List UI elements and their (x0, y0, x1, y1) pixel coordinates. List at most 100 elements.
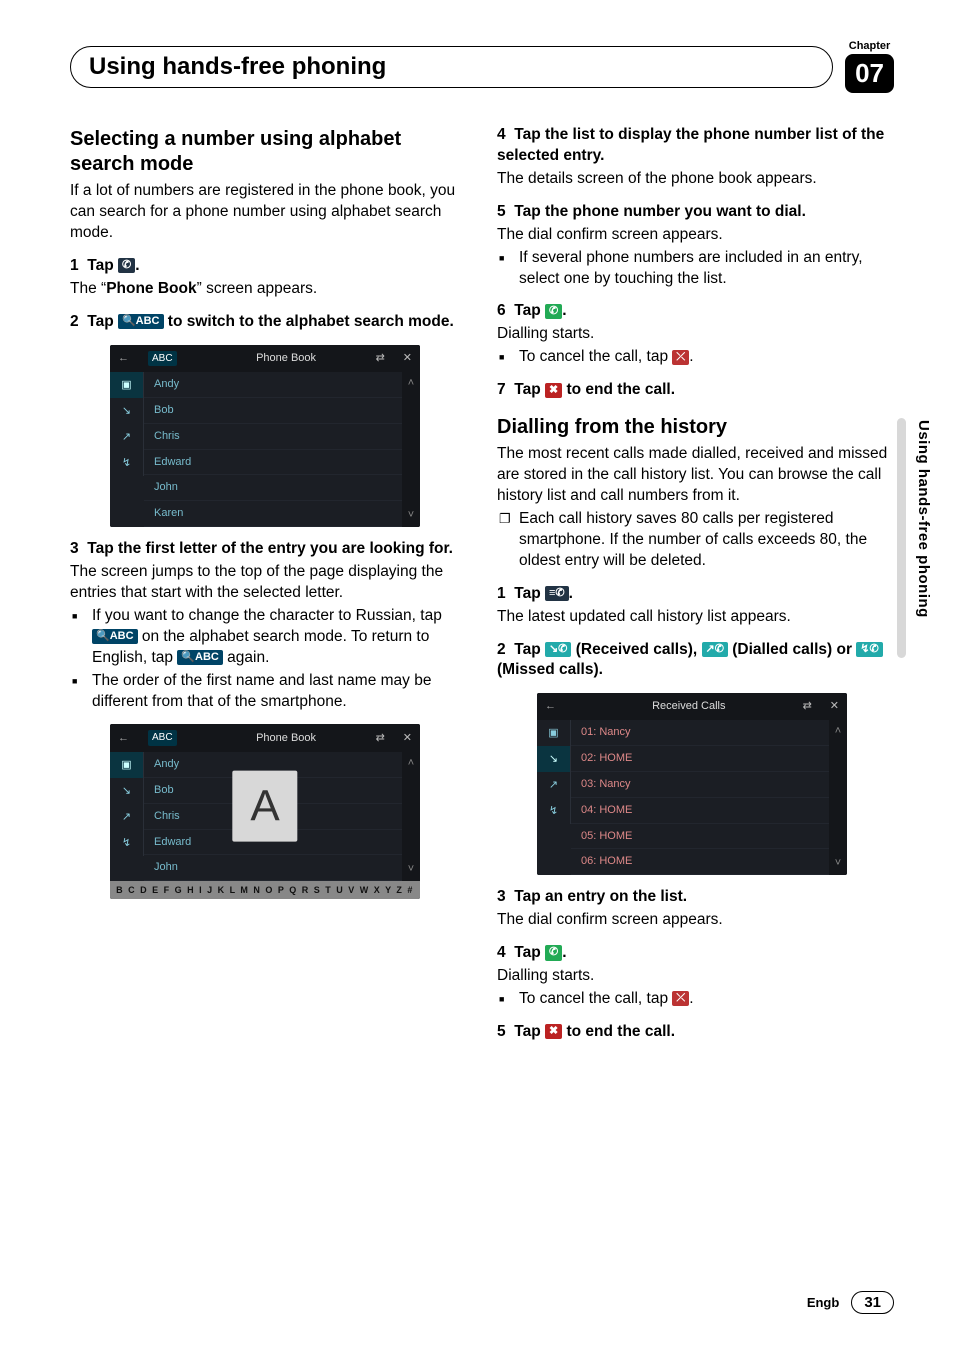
history-note: Each call history saves 80 calls per reg… (519, 509, 894, 572)
h-step4: 4 Tap ✆. (497, 943, 894, 964)
step6-bullet: To cancel the call, tap ⤫. (519, 347, 894, 368)
page-footer: Engb 31 (807, 1291, 894, 1314)
ss-row: 02: HOME (571, 746, 829, 772)
step1-sub: The “Phone Book” screen appears. (70, 279, 467, 300)
phonebook-icon: ✆ (118, 258, 135, 273)
history-intro: The most recent calls made dialled, rece… (497, 444, 894, 507)
ss-tab-miss: ↯ (537, 798, 571, 824)
left-column: Selecting a number using alphabet search… (70, 113, 467, 1045)
scroll-up-icon: ˄ (408, 756, 414, 771)
dial-icon: ✆ (545, 304, 562, 319)
step-num-1: 1 (70, 257, 79, 274)
h-step1: 1 Tap ≡✆. (497, 584, 894, 605)
side-tab-bar (897, 418, 906, 658)
ss-row: 06: HOME (571, 849, 829, 875)
phonebook-screenshot-1: ← ABC Phone Book ⇄ ✕ ▣ ↘ ↗ ↯ Andy Bob (110, 345, 420, 528)
ss-abc-chip: ABC (148, 730, 177, 746)
ss-close-icon: ✕ (403, 351, 412, 366)
step1-tap: Tap (87, 257, 118, 274)
step2: 2 Tap 🔍ABC to switch to the alphabet sea… (70, 312, 467, 333)
abc-search-icon: 🔍ABC (92, 629, 138, 644)
page-header: Using hands-free phoning Chapter 07 (70, 40, 894, 93)
doc-title-pill: Using hands-free phoning (70, 46, 833, 88)
ss-tab-dial: ↗ (537, 772, 571, 798)
ss-tab-miss: ↯ (110, 450, 144, 476)
ss-tab-miss: ↯ (110, 830, 144, 856)
h-step3-sub: The dial confirm screen appears. (497, 910, 894, 931)
ss-swap-icon: ⇄ (376, 351, 385, 366)
ss-big-letter: A (232, 770, 297, 841)
scroll-down-icon: ˅ (408, 862, 414, 877)
ss-row: 05: HOME (571, 824, 829, 850)
history-icon: ≡✆ (545, 586, 569, 601)
ss-row: John (144, 855, 402, 881)
footer-lang: Engb (807, 1295, 840, 1310)
heading-history: Dialling from the history (497, 415, 894, 440)
scroll-up-icon: ˄ (835, 724, 841, 739)
ss-row: 04: HOME (571, 798, 829, 824)
h-step4-sub: Dialling starts. (497, 966, 894, 987)
ss-title: Phone Book (197, 351, 376, 366)
bullet-russian: If you want to change the character to R… (92, 606, 467, 669)
footer-page-number: 31 (851, 1291, 894, 1314)
chapter-label: Chapter (845, 40, 894, 52)
ss-row: 03: Nancy (571, 772, 829, 798)
ss-row: Bob (144, 398, 402, 424)
step5-sub: The dial confirm screen appears. (497, 225, 894, 246)
ss-abc-chip: ABC (148, 351, 177, 367)
step4: 4 Tap the list to display the phone numb… (497, 125, 894, 167)
ss-back-icon: ← (545, 699, 575, 714)
ss-row: Chris (144, 424, 402, 450)
bullet-name-order: The order of the first name and last nam… (92, 671, 467, 713)
side-tab-text: Using hands-free phoning (915, 420, 932, 618)
ss-row: Karen (144, 501, 402, 527)
scroll-up-icon: ˄ (408, 376, 414, 391)
ss-title: Received Calls (575, 699, 803, 714)
hangup-icon: ✖ (545, 1024, 562, 1039)
ss-row: 01: Nancy (571, 720, 829, 746)
right-column: 4 Tap the list to display the phone numb… (497, 113, 894, 1045)
step5: 5 Tap the phone number you want to dial. (497, 202, 894, 223)
step3-sub: The screen jumps to the top of the page … (70, 562, 467, 604)
h-step5: 5 Tap ✖ to end the call. (497, 1022, 894, 1043)
scroll-down-icon: ˅ (835, 856, 841, 871)
ss-tab-book: ▣ (110, 372, 144, 398)
ss-alpha-row: B C D E F G H I J K L M N O P Q R S T U … (110, 881, 420, 899)
abc-search-icon: 🔍ABC (177, 650, 223, 665)
alphabet-search-intro: If a lot of numbers are registered in th… (70, 181, 467, 244)
phonebook-screenshot-2: ← ABC Phone Book ⇄✕ ▣ ↘ ↗ ↯ Andy Bob (110, 724, 420, 899)
cancel-icon: ⤫ (672, 350, 689, 365)
ss-tab-recv: ↘ (110, 778, 144, 804)
h-step4-bullet: To cancel the call, tap ⤫. (519, 989, 894, 1010)
ss-close-icon: ✕ (830, 699, 839, 714)
ss-tab-recv: ↘ (110, 398, 144, 424)
dialled-calls-icon: ↗✆ (702, 642, 728, 657)
h-step2: 2 Tap ↘✆ (Received calls), ↗✆ (Dialled c… (497, 640, 894, 682)
chapter-badge: Chapter 07 (845, 40, 894, 93)
step6-sub: Dialling starts. (497, 324, 894, 345)
ss-swap-icon: ⇄ (376, 731, 385, 746)
ss-row: Andy (144, 372, 402, 398)
history-screenshot: ← Received Calls ⇄✕ ▣ ↘ ↗ ↯ 01: Nancy 02… (537, 693, 847, 875)
ss-tab-book: ▣ (537, 720, 571, 746)
ss-tab-dial: ↗ (110, 424, 144, 450)
ss-back-icon: ← (118, 351, 148, 366)
received-calls-icon: ↘✆ (545, 642, 571, 657)
ss-row: Edward (144, 450, 402, 476)
step1-period: . (135, 257, 139, 274)
h-step3: 3 Tap an entry on the list. (497, 887, 894, 908)
doc-title: Using hands-free phoning (89, 53, 814, 81)
step6: 6 Tap ✆. (497, 301, 894, 322)
dial-icon: ✆ (545, 945, 562, 960)
hangup-icon: ✖ (545, 383, 562, 398)
chapter-number: 07 (845, 54, 894, 93)
ss-close-icon: ✕ (403, 731, 412, 746)
ss-tab-dial: ↗ (110, 804, 144, 830)
ss-back-icon: ← (118, 731, 148, 746)
step4-sub: The details screen of the phone book app… (497, 169, 894, 190)
abc-search-icon: 🔍ABC (118, 314, 164, 329)
step3: 3 Tap the first letter of the entry you … (70, 539, 467, 560)
h-step1-sub: The latest updated call history list app… (497, 607, 894, 628)
ss-title: Phone Book (197, 731, 376, 746)
step7: 7 Tap ✖ to end the call. (497, 380, 894, 401)
